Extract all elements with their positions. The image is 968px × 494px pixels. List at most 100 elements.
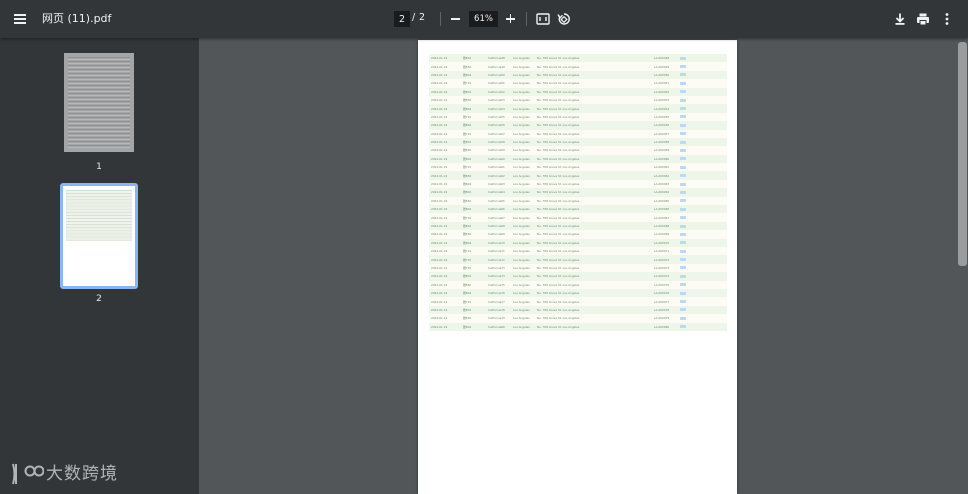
- row-tag: [680, 56, 686, 60]
- table-cell: Los Angeles: [513, 165, 530, 170]
- row-tag: [680, 190, 686, 194]
- page-thumbnail-2-selected[interactable]: [60, 183, 138, 289]
- table-cell: LA-000073: [654, 265, 670, 270]
- table-cell: No. 789 Grove St, Los Angeles: [537, 282, 580, 287]
- table-cell: No. 789 Grove St, Los Angeles: [537, 89, 580, 94]
- table-cell: 雅804: [463, 324, 472, 329]
- table-cell: 2024-01-19: [431, 240, 448, 245]
- table-row: 2024-01-19 雅715 California61 Los Angeles No.…: [429, 163, 727, 172]
- table-cell: 2024-01-19: [431, 148, 448, 153]
- row-tag: [680, 325, 686, 329]
- table-cell: LA-000058: [654, 140, 670, 145]
- table-cell: 2024-01-19: [431, 307, 448, 312]
- table-cell: California50: [488, 72, 505, 77]
- table-cell: California53: [488, 98, 505, 103]
- download-icon[interactable]: [892, 11, 908, 27]
- table-cell: 2024-01-19: [431, 291, 448, 296]
- table-cell: Los Angeles: [513, 190, 530, 195]
- table-cell: LA-000048: [654, 56, 670, 61]
- table-cell: Los Angeles: [513, 56, 530, 61]
- table-cell: 2024-01-19: [431, 56, 448, 61]
- table-cell: California79: [488, 316, 505, 321]
- table-row: 2024-01-19 雅802 California68 Los Angeles No.…: [429, 221, 727, 231]
- table-cell: California61: [488, 165, 505, 170]
- table-cell: LA-000064: [654, 190, 670, 195]
- table-cell: 2024-01-19: [431, 182, 448, 187]
- table-cell: No. 789 Grove St, Los Angeles: [537, 106, 580, 111]
- table-cell: LA-000070: [654, 240, 670, 245]
- table-cell: No. 789 Grove St, Los Angeles: [537, 249, 580, 254]
- scrollbar[interactable]: [957, 38, 968, 494]
- table-cell: Los Angeles: [513, 249, 530, 254]
- fit-page-icon[interactable]: [535, 11, 551, 27]
- more-vert-icon[interactable]: [939, 11, 955, 27]
- table-cell: 雅830: [463, 198, 472, 203]
- table-row: 2024-01-19 雅802 California56 Los Angeles No.…: [429, 121, 727, 130]
- table-cell: Los Angeles: [513, 148, 530, 153]
- table-cell: No. 789 Grove St, Los Angeles: [537, 165, 580, 170]
- table-cell: Los Angeles: [513, 114, 530, 119]
- table-cell: California60: [488, 156, 505, 161]
- table-cell: No. 789 Grove St, Los Angeles: [537, 114, 580, 119]
- scrollbar-thumb[interactable]: [958, 42, 967, 266]
- table-cell: 2024-01-19: [431, 131, 448, 136]
- table-cell: Los Angeles: [513, 282, 530, 287]
- table-cell: 雅830: [463, 98, 472, 103]
- table-cell: Los Angeles: [513, 72, 530, 77]
- page-number-input[interactable]: [394, 11, 410, 27]
- table-cell: No. 789 Grove St, Los Angeles: [537, 148, 580, 153]
- table-cell: LA-000072: [654, 257, 670, 262]
- rotate-icon[interactable]: [556, 11, 572, 27]
- table-cell: LA-000074: [654, 274, 670, 279]
- table-cell: Los Angeles: [513, 232, 530, 237]
- table-cell: California56: [488, 123, 505, 128]
- table-cell: LA-000079: [654, 316, 670, 321]
- table-cell: Los Angeles: [513, 123, 530, 128]
- page-separator: /: [412, 12, 416, 23]
- table-row: 2024-01-19 雅804 California54 Los Angeles No.…: [429, 104, 727, 113]
- table-cell: No. 789 Grove St, Los Angeles: [537, 299, 580, 304]
- pdf-viewer[interactable]: 2024-01-19 雅802 California48 Los Angeles No.…: [199, 38, 968, 494]
- row-tag: [680, 266, 686, 270]
- table-cell: 2024-01-19: [431, 190, 448, 195]
- table-cell: 2024-01-19: [431, 257, 448, 262]
- table-cell: 2024-01-19: [431, 274, 448, 279]
- thumbnail-label: 2: [96, 294, 102, 304]
- table-cell: 雅715: [463, 249, 472, 254]
- table-cell: California63: [488, 182, 505, 187]
- zoom-out-button[interactable]: [449, 11, 463, 27]
- table-cell: 雅804: [463, 207, 472, 212]
- zoom-in-button[interactable]: [504, 11, 518, 27]
- table-cell: California49: [488, 64, 505, 69]
- table-cell: 2024-01-19: [431, 72, 448, 77]
- page-thumbnail-2[interactable]: [63, 186, 135, 286]
- table-cell: LA-000050: [654, 72, 670, 77]
- table-cell: 雅830: [463, 282, 472, 287]
- table-cell: No. 789 Grove St, Los Angeles: [537, 182, 580, 187]
- table-cell: California67: [488, 215, 505, 220]
- page-thumbnail-1[interactable]: [64, 53, 134, 152]
- table-cell: Los Angeles: [513, 299, 530, 304]
- table-row: 2024-01-19 雅830 California75 Los Angeles No.…: [429, 280, 727, 289]
- table-cell: LA-000055: [654, 114, 670, 119]
- table-cell: LA-000068: [654, 224, 670, 228]
- table-cell: No. 789 Grove St, Los Angeles: [537, 232, 580, 237]
- table-row: 2024-01-19 雅804 California76 Los Angeles No.…: [429, 288, 727, 298]
- zoom-level-input[interactable]: [469, 11, 498, 27]
- print-icon[interactable]: [915, 11, 931, 27]
- menu-icon[interactable]: [10, 10, 30, 28]
- table-cell: 雅802: [463, 123, 472, 128]
- table-cell: LA-000061: [654, 165, 670, 170]
- table-cell: California66: [488, 207, 505, 212]
- table-row: 2024-01-19 雅830 California62 Los Angeles No.…: [429, 171, 727, 180]
- table-row: 2024-01-19 雅715 California71 Los Angeles No.…: [429, 246, 727, 256]
- row-tag: [680, 224, 686, 228]
- table-cell: 2024-01-19: [431, 198, 448, 203]
- table-cell: No. 789 Grove St, Los Angeles: [537, 123, 580, 128]
- table-cell: 雅715: [463, 299, 472, 304]
- table-cell: No. 789 Grove St, Los Angeles: [537, 307, 580, 312]
- table-cell: 雅830: [463, 173, 472, 178]
- table-cell: LA-000080: [654, 324, 670, 329]
- table-cell: No. 789 Grove St, Los Angeles: [537, 224, 580, 228]
- table-row: 2024-01-19 雅715 California77 Los Angeles No.…: [429, 297, 727, 306]
